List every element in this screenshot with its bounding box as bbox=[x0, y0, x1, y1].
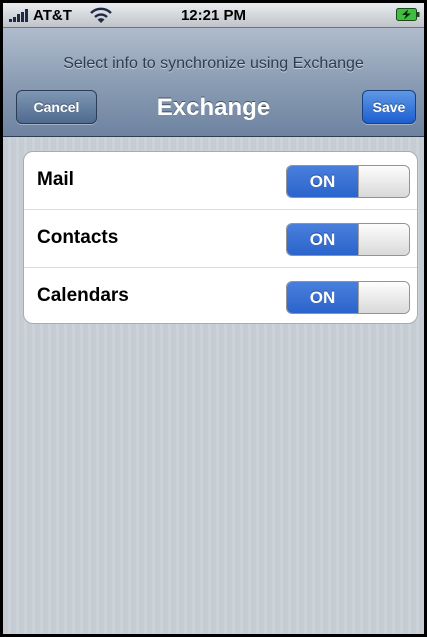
page-title: Exchange bbox=[156, 94, 271, 121]
mail-label: Mail bbox=[37, 169, 74, 190]
mail-toggle-state: ON bbox=[287, 166, 358, 197]
contacts-toggle-knob[interactable] bbox=[358, 224, 409, 255]
battery-charging-icon bbox=[396, 8, 420, 21]
sync-options-group: Mail ON Contacts ON Calendars ON bbox=[23, 151, 418, 324]
calendars-toggle[interactable]: ON bbox=[286, 281, 410, 314]
contacts-toggle-state: ON bbox=[287, 224, 358, 255]
mail-toggle[interactable]: ON bbox=[286, 165, 410, 198]
save-button[interactable]: Save bbox=[362, 90, 416, 124]
calendars-toggle-knob[interactable] bbox=[358, 282, 409, 313]
contacts-label: Contacts bbox=[37, 227, 119, 248]
contacts-toggle[interactable]: ON bbox=[286, 223, 410, 256]
calendars-toggle-state: ON bbox=[287, 282, 358, 313]
iphone-screen: AT&T 12:21 PM Select info to synchronize… bbox=[0, 0, 427, 637]
clock: 12:21 PM bbox=[180, 7, 247, 24]
mail-toggle-knob[interactable] bbox=[358, 166, 409, 197]
settings-content: Mail ON Contacts ON Calendars ON bbox=[3, 137, 424, 634]
navigation-bar: Select info to synchronize using Exchang… bbox=[3, 28, 424, 137]
mail-row: Mail ON bbox=[24, 152, 417, 210]
calendars-row: Calendars ON bbox=[24, 268, 417, 323]
status-bar: AT&T 12:21 PM bbox=[3, 3, 424, 28]
contacts-row: Contacts ON bbox=[24, 210, 417, 268]
calendars-label: Calendars bbox=[37, 285, 129, 306]
sync-prompt: Select info to synchronize using Exchang… bbox=[63, 55, 364, 72]
